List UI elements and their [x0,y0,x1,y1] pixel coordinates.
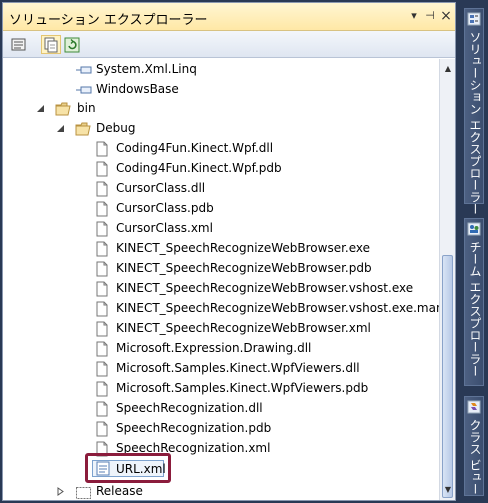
tree-item-label: KINECT_SpeechRecognizeWebBrowser.pdb [116,261,372,275]
solution-explorer-panel: ソリューション エクスプローラー ▾ ⊣ × System.Xml.Linq W… [2,2,456,501]
side-tab-strip: ソリューション エクスプローラー チーム エクスプローラー クラス ビュー [460,0,488,503]
tree-item-label: Microsoft.Expression.Drawing.dll [116,341,312,355]
tree-item-label: Coding4Fun.Kinect.Wpf.pdb [116,161,282,175]
pin-icon[interactable]: ⊣ [423,9,437,23]
tree-item-file[interactable]: KINECT_SpeechRecognizeWebBrowser.vshost.… [3,279,439,299]
side-tab-label: クラス ビュー [468,419,482,495]
toolbar [3,31,455,58]
tree-item-file[interactable]: Coding4Fun.Kinect.Wpf.dll [3,139,439,159]
tree-item-file[interactable]: CursorClass.pdb [3,199,439,219]
file-icon [96,341,108,357]
reference-icon [76,66,92,74]
tree-item-file[interactable]: KINECT_SpeechRecognizeWebBrowser.exe [3,239,439,259]
show-all-files-button[interactable] [41,35,61,54]
tree-item-file[interactable]: KINECT_SpeechRecognizeWebBrowser.xml [3,319,439,339]
tree-item-label: Microsoft.Samples.Kinect.WpfViewers.pdb [116,381,369,395]
title-bar[interactable]: ソリューション エクスプローラー ▾ ⊣ × [3,3,455,31]
properties-icon [11,38,26,51]
side-tab-label: チーム エクスプローラー [468,241,482,377]
tree-item-reference[interactable]: System.Xml.Linq [3,60,439,80]
tab-team-explorer[interactable]: チーム エクスプローラー [464,218,484,386]
close-icon[interactable]: × [439,9,453,23]
refresh-button[interactable] [62,35,82,54]
file-icon [96,401,108,417]
file-icon [96,321,108,337]
tree-item-reference[interactable]: WindowsBase [3,80,439,100]
folder-open-icon [55,102,71,116]
tree-item-file[interactable]: Microsoft.Samples.Kinect.WpfViewers.pdb [3,379,439,399]
solution-explorer-icon [467,12,481,26]
file-icon [96,261,108,277]
tree-item-label: Coding4Fun.Kinect.Wpf.dll [116,141,274,155]
file-icon [96,221,108,237]
expanded-arrow-icon[interactable] [36,104,45,113]
file-icon [96,301,108,317]
side-tab-label: ソリューション エクスプローラー [468,31,482,215]
tree-item-file[interactable]: CursorClass.xml [3,219,439,239]
tree-item-label: bin [77,101,96,115]
tree-item-label: Release [96,484,143,498]
tree-item-label: KINECT_SpeechRecognizeWebBrowser.vshost.… [116,301,439,315]
tree-item-label: Debug [96,121,136,135]
tree-item-label: System.Xml.Linq [96,62,197,76]
tree-item-file[interactable]: SpeechRecognization.pdb [3,419,439,439]
tree-item-label: SpeechRecognization.dll [116,401,263,415]
tree-item-file[interactable]: Microsoft.Samples.Kinect.WpfViewers.dll [3,359,439,379]
refresh-icon [64,37,80,53]
folder-open-icon [75,122,91,136]
tab-solution-explorer[interactable]: ソリューション エクスプローラー [464,8,484,215]
folder-dashed-icon [76,487,91,499]
team-explorer-icon [467,222,481,236]
xml-file-icon [96,461,110,476]
tree-item-file[interactable]: SpeechRecognization.dll [3,399,439,419]
file-icon [96,181,108,197]
show-all-files-icon [44,37,58,53]
tree-item-label: WindowsBase [96,82,179,96]
expanded-arrow-icon[interactable] [56,124,65,133]
tree-item-label: CursorClass.pdb [116,201,214,215]
tree-item-file[interactable]: SpeechRecognization.xml [3,439,439,459]
tree-item-folder-release[interactable]: Release [3,482,439,500]
tree-item-file[interactable]: KINECT_SpeechRecognizeWebBrowser.vshost.… [3,299,439,319]
file-icon [96,241,108,257]
file-icon [96,421,108,437]
file-icon [96,381,108,397]
scroll-down-icon[interactable]: ▼ [440,482,456,498]
file-icon [96,161,108,177]
tree-item-file[interactable]: Coding4Fun.Kinect.Wpf.pdb [3,159,439,179]
file-icon [96,361,108,377]
tree-item-label: CursorClass.dll [116,181,206,195]
file-icon [96,201,108,217]
tree-item-label: KINECT_SpeechRecognizeWebBrowser.exe [116,241,371,255]
tree-item-file[interactable]: CursorClass.dll [3,179,439,199]
tree-item-label: KINECT_SpeechRecognizeWebBrowser.xml [116,321,371,335]
solution-tree[interactable]: System.Xml.Linq WindowsBase bin Debug Co… [3,59,439,500]
scroll-up-icon[interactable]: ▲ [440,61,456,77]
tree-item-label: CursorClass.xml [116,221,213,235]
reference-icon [76,86,92,94]
scroll-thumb[interactable] [442,255,453,498]
class-view-icon [467,400,481,414]
tree-item-label: Microsoft.Samples.Kinect.WpfViewers.dll [116,361,360,375]
tree-item-folder-bin[interactable]: bin [3,99,439,119]
collapsed-arrow-icon[interactable] [56,487,65,496]
highlight-box: URL.xml [85,453,171,483]
tree-item-file[interactable]: KINECT_SpeechRecognizeWebBrowser.pdb [3,259,439,279]
tab-class-view[interactable]: クラス ビュー [464,396,484,496]
vertical-scrollbar[interactable]: ▲ ▼ [439,59,455,500]
file-icon [96,141,108,157]
file-icon [96,281,108,297]
window-title: ソリューション エクスプローラー [9,13,208,28]
tree-item-file[interactable]: Microsoft.Expression.Drawing.dll [3,339,439,359]
tree-item-folder-debug[interactable]: Debug [3,119,439,139]
tree-item-label: URL.xml [116,462,166,476]
tree-item-file-selected[interactable]: URL.xml [92,460,166,477]
properties-button[interactable] [9,35,29,54]
tree-item-label: KINECT_SpeechRecognizeWebBrowser.vshost.… [116,281,414,295]
window-menu-dropdown-icon[interactable]: ▾ [407,9,421,23]
tree-item-label: SpeechRecognization.pdb [116,421,272,435]
